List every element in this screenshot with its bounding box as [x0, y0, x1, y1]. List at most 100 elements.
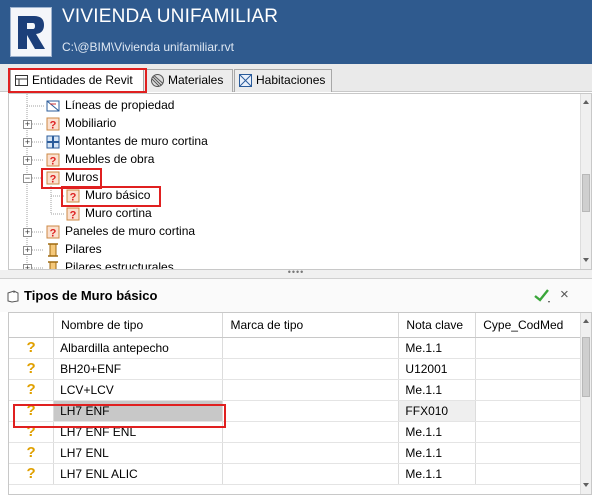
question-icon: ? — [9, 337, 55, 359]
column-header-marca-de-tipo[interactable]: Marca de tipo — [222, 313, 400, 338]
expand-montantes-button[interactable]: + — [23, 138, 32, 147]
cype-code-cell[interactable] — [475, 337, 591, 359]
tree-item-label: Muro básico — [85, 188, 151, 202]
keynote-cell[interactable]: Me.1.1 — [398, 337, 477, 359]
svg-text:?: ? — [50, 174, 57, 186]
unknown-category-icon: ? — [46, 117, 60, 132]
scroll-down-arrow[interactable] — [583, 483, 589, 487]
column-header-cype-codmed[interactable]: Cype_CodMed — [475, 313, 591, 338]
svg-text:?: ? — [50, 120, 57, 132]
project-title: VIVIENDA UNIFAMILIAR — [62, 6, 279, 27]
unknown-category-icon: ? — [46, 153, 60, 168]
unknown-category-icon: ? — [46, 171, 60, 186]
revit-logo — [10, 7, 52, 57]
cype-code-cell[interactable] — [475, 358, 591, 380]
grid-scroll-thumb[interactable] — [582, 337, 590, 397]
table-row[interactable]: ? LH7 ENL Me.1.1 — [9, 442, 591, 464]
svg-text:?: ? — [70, 210, 77, 222]
collapse-muros-button[interactable]: − — [23, 174, 32, 183]
question-icon: ? — [9, 421, 55, 443]
keynote-cell[interactable]: Me.1.1 — [398, 421, 477, 443]
expand-paneles-button[interactable]: + — [23, 228, 32, 237]
panel-title: Tipos de Muro básico — [24, 288, 158, 303]
tree-item-label: Pilares — [65, 242, 102, 256]
scroll-up-arrow[interactable] — [583, 100, 589, 104]
expand-muebles-button[interactable]: + — [23, 156, 32, 165]
type-name-cell[interactable]: BH20+ENF — [53, 358, 224, 380]
table-row-selected[interactable]: ? LH7 ENF FFX010 — [9, 400, 591, 422]
panel-splitter[interactable]: •••• — [0, 268, 592, 278]
types-table: Nombre de tipo Marca de tipo Nota clave … — [9, 313, 591, 485]
tree-item-label: Muro cortina — [85, 206, 152, 220]
type-mark-cell[interactable] — [222, 379, 400, 401]
table-row[interactable]: ? LCV+LCV Me.1.1 — [9, 379, 591, 401]
column-header-nombre-de-tipo[interactable]: Nombre de tipo — [53, 313, 224, 338]
tab-rooms-label: Habitaciones — [256, 73, 326, 87]
type-mark-cell[interactable] — [222, 358, 400, 380]
unknown-category-icon: ? — [66, 189, 80, 204]
tree-scroll-thumb[interactable] — [582, 174, 590, 212]
type-name-cell[interactable]: LH7 ENF — [53, 400, 224, 422]
close-icon: × — [560, 286, 569, 303]
scroll-up-arrow[interactable] — [583, 319, 589, 323]
tab-materials-label: Materiales — [168, 73, 224, 87]
rooms-icon — [239, 74, 252, 87]
type-mark-cell[interactable] — [222, 442, 400, 464]
type-name-cell[interactable]: LH7 ENL ALIC — [53, 463, 224, 485]
column-header-nota-clave[interactable]: Nota clave — [398, 313, 477, 338]
grid-scrollbar[interactable] — [580, 313, 591, 494]
tree-item-label: Líneas de propiedad — [65, 98, 175, 112]
project-path: C:\@BIM\Vivienda unifamiliar.rvt — [62, 40, 235, 54]
scroll-down-arrow[interactable] — [583, 258, 589, 262]
type-mark-cell[interactable] — [222, 421, 400, 443]
tree-scrollbar[interactable] — [580, 94, 591, 269]
keynote-cell[interactable]: Me.1.1 — [398, 442, 477, 464]
tree-item-label: Muros — [65, 170, 99, 184]
svg-text:?: ? — [50, 228, 57, 240]
entity-tree: Líneas de propiedad + ? Mobiliario + Mon… — [8, 93, 592, 270]
accept-button[interactable] — [532, 285, 552, 305]
tab-bar: Entidades de Revit Materiales Habitacion… — [0, 64, 592, 93]
table-row[interactable]: ? LH7 ENL ALIC Me.1.1 — [9, 463, 591, 485]
type-name-cell[interactable]: LCV+LCV — [53, 379, 224, 401]
tab-revit-entities-label: Entidades de Revit — [32, 73, 133, 87]
checkmark-icon — [534, 289, 550, 303]
type-mark-cell[interactable] — [222, 337, 400, 359]
keynote-cell[interactable]: FFX010 — [398, 400, 477, 422]
cype-code-cell[interactable] — [475, 400, 591, 422]
column-icon — [48, 243, 58, 257]
tab-revit-entities[interactable]: Entidades de Revit — [10, 69, 144, 93]
tab-materials[interactable]: Materiales — [146, 69, 233, 92]
tree-item-label: Mobiliario — [65, 116, 117, 130]
tab-rooms[interactable]: Habitaciones — [234, 69, 332, 92]
expand-pilares-button[interactable]: + — [23, 246, 32, 255]
cype-code-cell[interactable] — [475, 379, 591, 401]
question-icon: ? — [9, 400, 55, 422]
materials-icon — [151, 74, 164, 87]
type-name-cell[interactable]: LH7 ENF ENL — [53, 421, 224, 443]
type-mark-cell[interactable] — [222, 400, 400, 422]
tree-item-label: Muebles de obra — [65, 152, 155, 166]
type-name-cell[interactable]: Albardilla antepecho — [53, 337, 224, 359]
keynote-cell[interactable]: Me.1.1 — [398, 379, 477, 401]
unknown-category-icon: ? — [66, 207, 80, 222]
type-name-cell[interactable]: LH7 ENL — [53, 442, 224, 464]
keynote-cell[interactable]: U12001 — [398, 358, 477, 380]
cype-code-cell[interactable] — [475, 442, 591, 464]
svg-text:?: ? — [50, 156, 57, 168]
tree-item-label: Montantes de muro cortina — [65, 134, 208, 148]
cype-code-cell[interactable] — [475, 421, 591, 443]
table-row[interactable]: ? LH7 ENF ENL Me.1.1 — [9, 421, 591, 443]
question-icon: ? — [9, 358, 55, 380]
cancel-button[interactable]: × — [560, 285, 580, 305]
type-mark-cell[interactable] — [222, 463, 400, 485]
table-row[interactable]: ? BH20+ENF U12001 — [9, 358, 591, 380]
cype-code-cell[interactable] — [475, 463, 591, 485]
column-icon — [48, 261, 58, 269]
app-header: VIVIENDA UNIFAMILIAR C:\@BIM\Vivienda un… — [0, 0, 592, 64]
keynote-cell[interactable]: Me.1.1 — [398, 463, 477, 485]
tree-item-label: Paneles de muro cortina — [65, 224, 196, 238]
table-row[interactable]: ? Albardilla antepecho Me.1.1 — [9, 337, 591, 359]
wall-type-icon — [7, 290, 19, 303]
expand-mobiliario-button[interactable]: + — [23, 120, 32, 129]
